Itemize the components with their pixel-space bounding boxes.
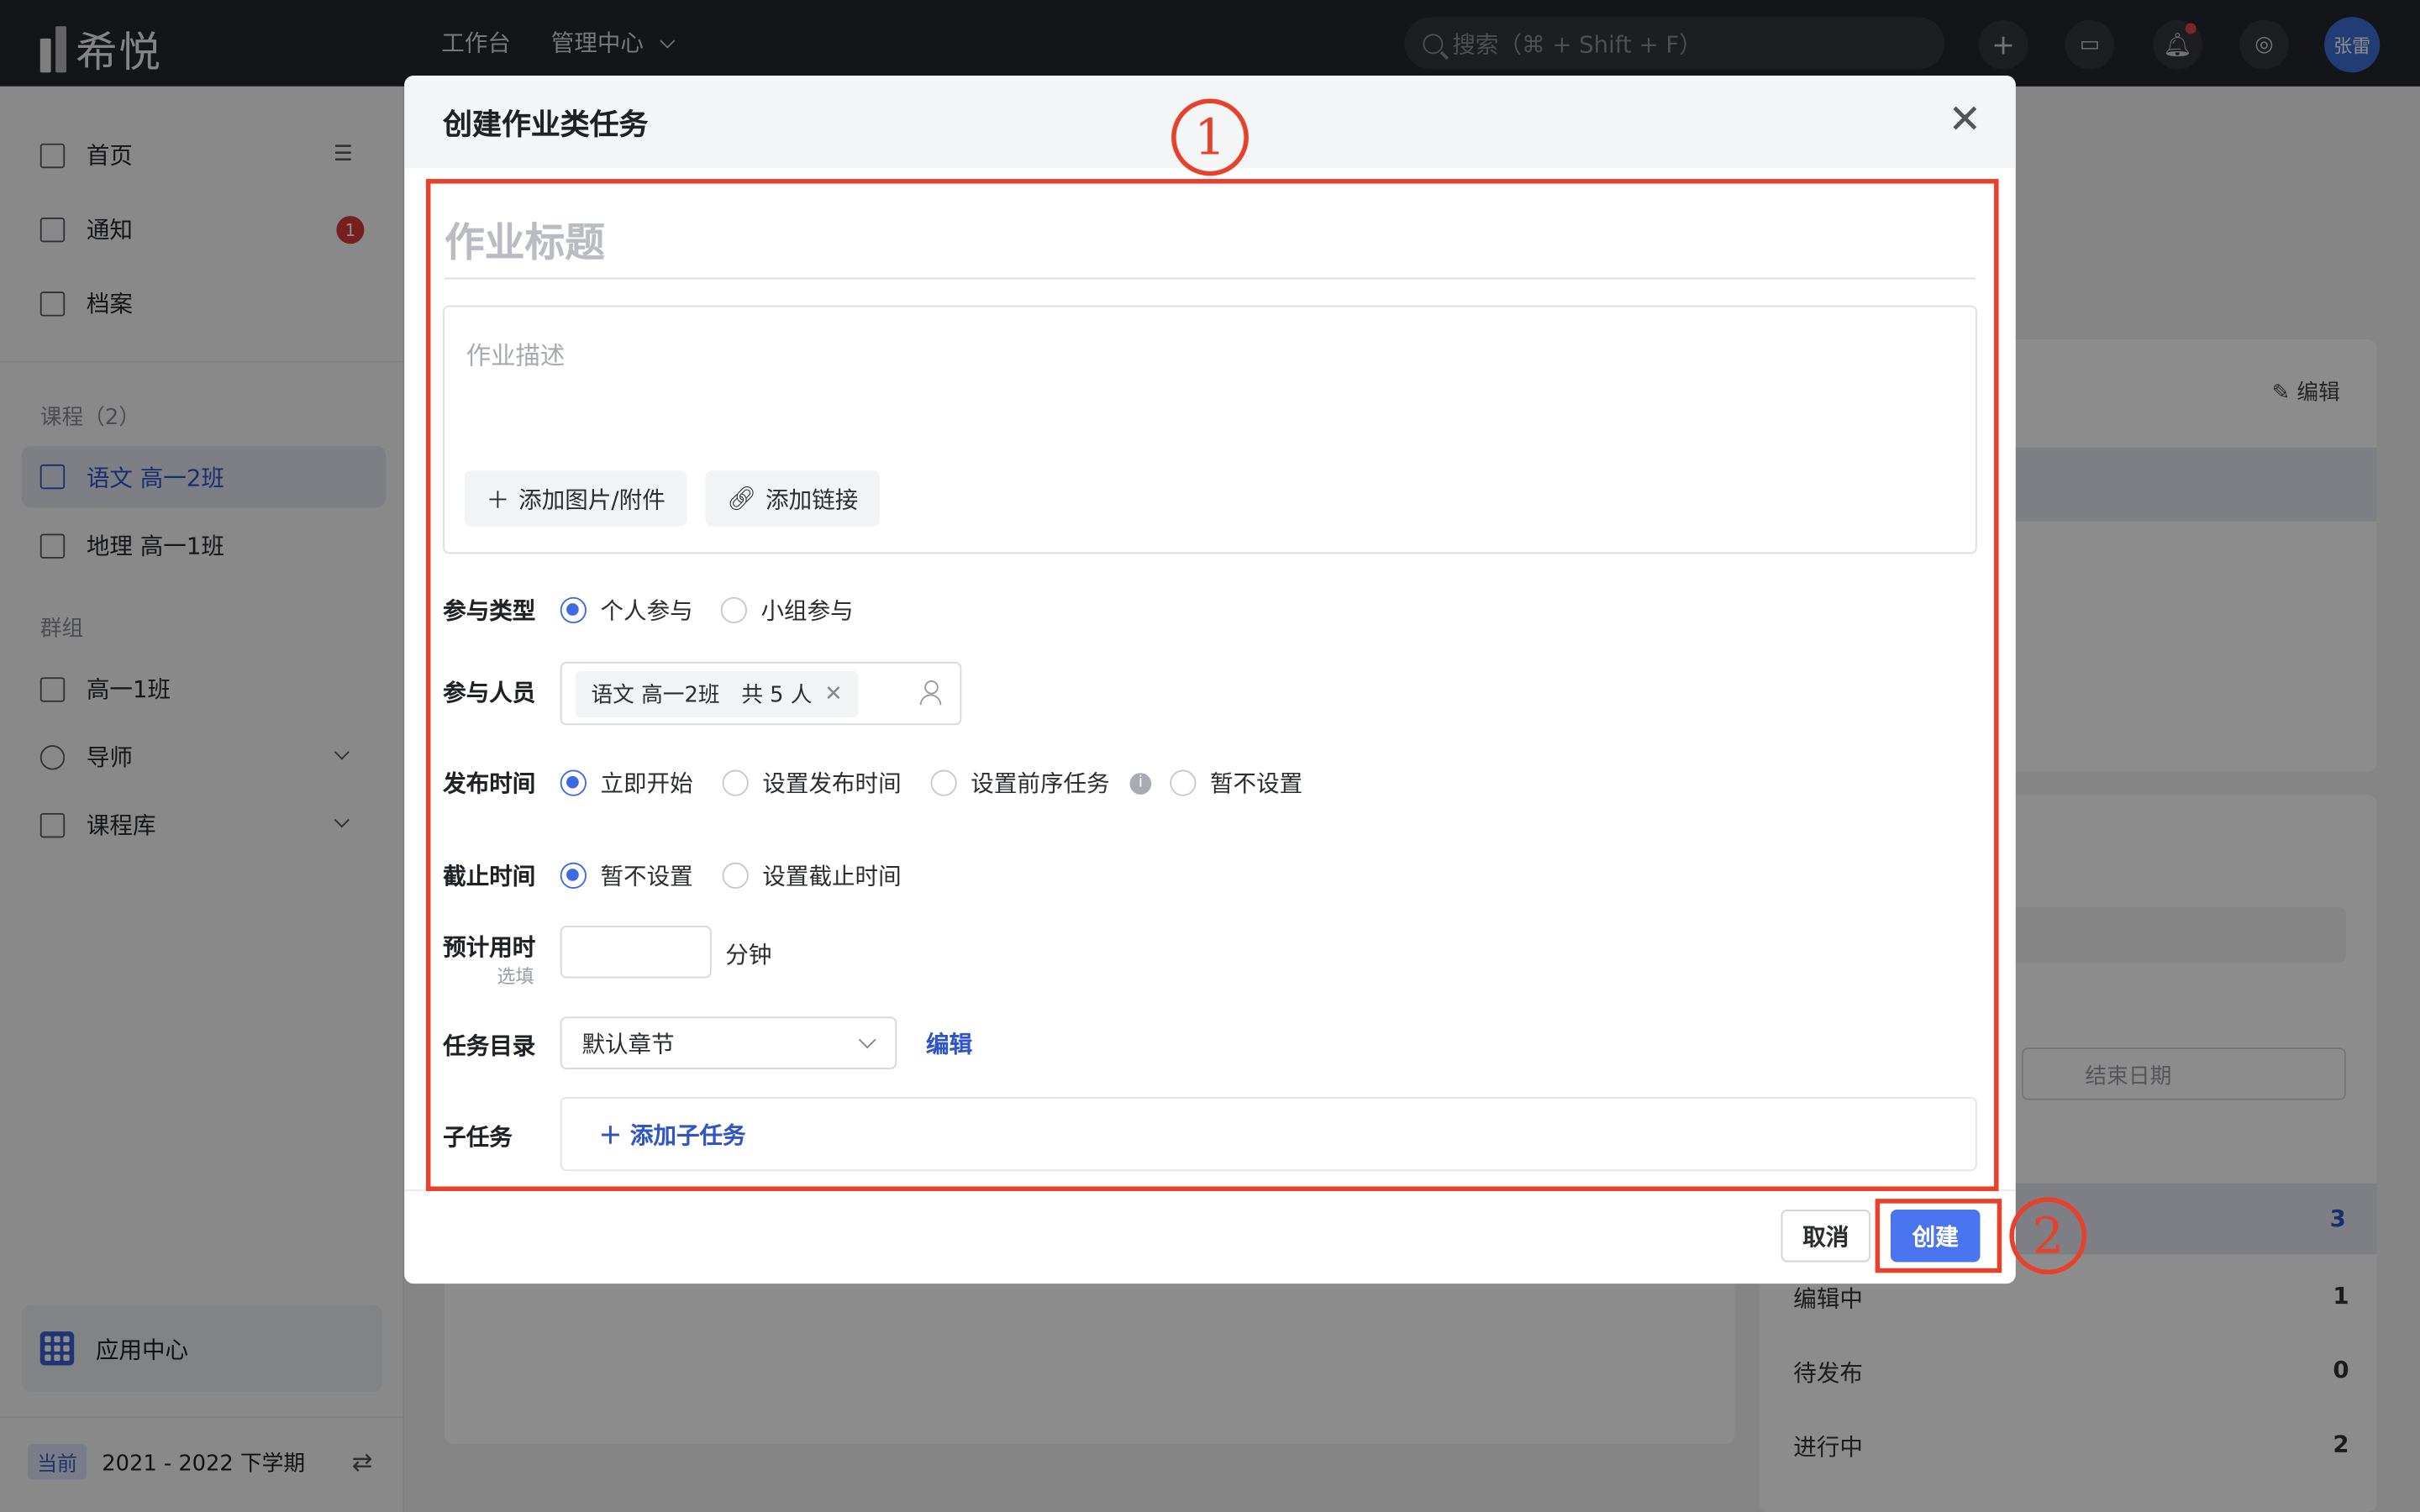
annotation-box-form: [425, 179, 1999, 1191]
annotation-step-2: 2: [2009, 1197, 2087, 1275]
dialog-title: 创建作业类任务: [443, 107, 649, 142]
dialog-footer: [404, 1189, 2016, 1284]
annotation-box-create: [1875, 1199, 2002, 1273]
cancel-button[interactable]: 取消: [1781, 1210, 1871, 1263]
annotation-step-1: 1: [1171, 98, 1249, 176]
close-icon[interactable]: ✕: [1948, 100, 1981, 140]
